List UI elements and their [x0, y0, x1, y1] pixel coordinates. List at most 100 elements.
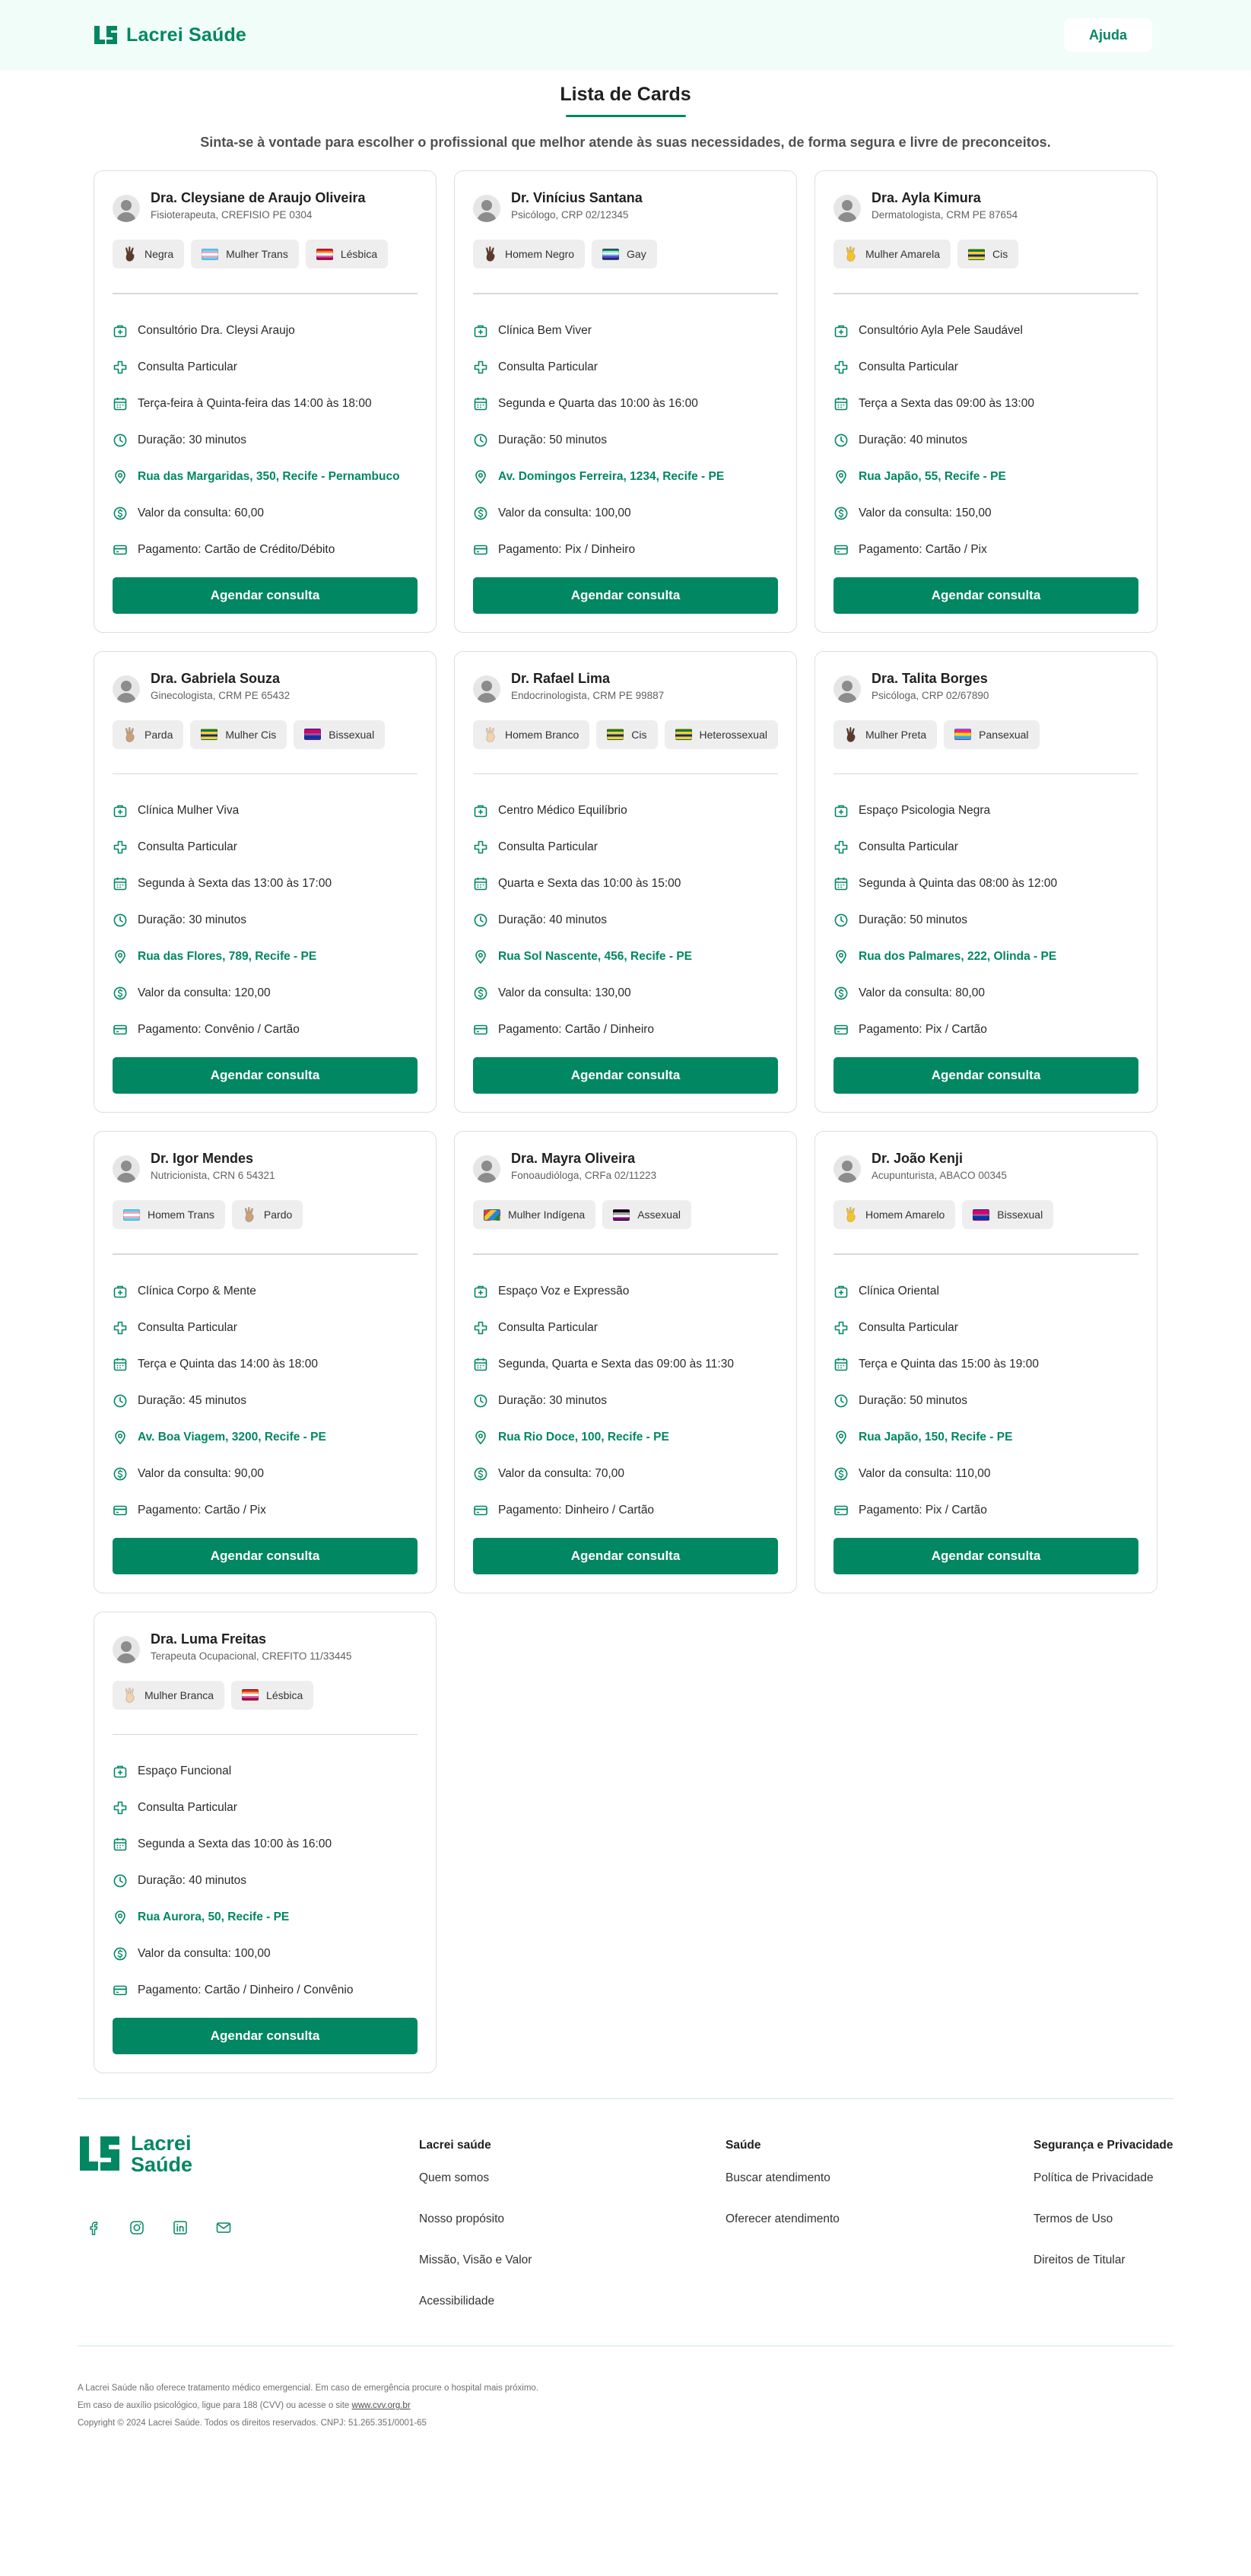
book-appointment-button[interactable]: Agendar consulta: [833, 1537, 1138, 1574]
info-address-link[interactable]: Rua das Margaridas, 350, Recife - Pernam…: [138, 470, 400, 484]
book-appointment-button[interactable]: Agendar consulta: [473, 1057, 778, 1094]
info-price: Valor da consulta: 70,00: [473, 1456, 778, 1492]
info-schedule: Segunda a Sexta das 10:00 às 16:00: [113, 1826, 418, 1863]
info-place: Clínica Oriental: [833, 1273, 1138, 1310]
info-schedule-text: Quarta e Sexta das 10:00 às 15:00: [498, 877, 681, 890]
professional-specialty: Fonoaudióloga, CRFa 02/11223: [511, 1170, 657, 1181]
professional-specialty: Acupunturista, ABACO 00345: [872, 1170, 1007, 1181]
info-address[interactable]: Rua das Margaridas, 350, Recife - Pernam…: [113, 459, 418, 495]
info-place: Clínica Corpo & Mente: [113, 1273, 418, 1310]
lesbian-flag-icon: [316, 248, 333, 260]
book-appointment-button[interactable]: Agendar consulta: [473, 1537, 778, 1574]
avatar-icon: [473, 1155, 500, 1183]
info-payment-text: Pagamento: Cartão / Dinheiro / Convênio: [138, 1984, 354, 1996]
page-title: Lista de Cards: [560, 84, 691, 105]
hand-light-icon: [123, 1687, 137, 1704]
info-price: Valor da consulta: 90,00: [113, 1456, 418, 1492]
dollar-coin-icon: [113, 1467, 127, 1480]
info-address-link[interactable]: Av. Boa Viagem, 3200, Recife - PE: [138, 1431, 326, 1444]
info-schedule: Quarta e Sexta das 10:00 às 15:00: [473, 866, 778, 902]
book-appointment-button[interactable]: Agendar consulta: [473, 577, 778, 614]
footer-link-quem-somos[interactable]: Quem somos: [419, 2168, 532, 2209]
info-address[interactable]: Av. Domingos Ferreira, 1234, Recife - PE: [473, 459, 778, 495]
info-schedule-text: Terça-feira à Quinta-feira das 14:00 às …: [138, 396, 372, 410]
info-address-link[interactable]: Rua Aurora, 50, Recife - PE: [138, 1911, 289, 1924]
footer-link-acessibilidade[interactable]: Acessibilidade: [419, 2291, 532, 2332]
instagram-icon[interactable]: [129, 2219, 145, 2236]
book-appointment-button[interactable]: Agendar consulta: [833, 577, 1138, 614]
info-schedule-text: Terça e Quinta das 14:00 às 18:00: [138, 1357, 318, 1371]
identity-tag: Bissexual: [294, 719, 386, 749]
info-address[interactable]: Rua dos Palmares, 222, Olinda - PE: [833, 939, 1138, 975]
footer-link-missao[interactable]: Missão, Visão e Valor: [419, 2250, 532, 2291]
clock-icon: [113, 434, 127, 446]
dollar-coin-icon: [474, 507, 487, 519]
professional-specialty: Fisioterapeuta, CREFISIO PE 0304: [151, 209, 313, 221]
info-address[interactable]: Av. Boa Viagem, 3200, Recife - PE: [113, 1419, 418, 1456]
book-appointment-button[interactable]: Agendar consulta: [113, 577, 418, 614]
info-payment-text: Pagamento: Pix / Cartão: [859, 1503, 987, 1517]
footer-link-oferecer-atendimento[interactable]: Oferecer atendimento: [726, 2209, 840, 2250]
facebook-icon[interactable]: [85, 2219, 102, 2236]
mail-icon[interactable]: [215, 2219, 232, 2236]
info-price-text: Valor da consulta: 150,00: [859, 506, 992, 519]
calendar-icon: [834, 1358, 848, 1371]
book-appointment-button[interactable]: Agendar consulta: [113, 2018, 418, 2054]
footer-logo[interactable]: Lacrei Saúde: [78, 2133, 419, 2175]
footer-link-buscar-atendimento[interactable]: Buscar atendimento: [726, 2168, 840, 2209]
info-address[interactable]: Rua Aurora, 50, Recife - PE: [113, 1899, 418, 1936]
lesbian-flag-icon: [242, 1689, 259, 1701]
book-appointment-button[interactable]: Agendar consulta: [113, 1057, 418, 1094]
info-address-link[interactable]: Rua Sol Nascente, 456, Recife - PE: [498, 950, 692, 964]
identity-tags: Mulher Amarela Cis: [833, 240, 1138, 268]
info-address[interactable]: Rua Rio Doce, 100, Recife - PE: [473, 1419, 778, 1456]
footer-brand-line1: Lacrei: [131, 2132, 192, 2155]
info-price: Valor da consulta: 130,00: [473, 975, 778, 1012]
help-button[interactable]: Ajuda: [1064, 18, 1152, 52]
info-address[interactable]: Rua Japão, 150, Recife - PE: [833, 1419, 1138, 1456]
identity-tag: Cis: [957, 240, 1019, 268]
card-header: Dr. João Kenji Acupunturista, ABACO 0034…: [833, 1150, 1138, 1183]
medical-bag-icon: [474, 325, 487, 337]
info-type: Consulta Particular: [113, 829, 418, 866]
cvv-link[interactable]: www.cvv.org.br: [352, 2401, 411, 2410]
footer-link-nosso-proposito[interactable]: Nosso propósito: [419, 2209, 532, 2250]
calendar-icon: [474, 877, 487, 891]
info-type-text: Consulta Particular: [498, 840, 598, 853]
clock-icon: [834, 1394, 848, 1407]
card-header: Dr. Vinícius Santana Psicólogo, CRP 02/1…: [473, 189, 778, 222]
info-address-link[interactable]: Rua Japão, 55, Recife - PE: [859, 470, 1006, 484]
footer-link-politica-privacidade[interactable]: Política de Privacidade: [1034, 2168, 1173, 2209]
book-appointment-button[interactable]: Agendar consulta: [833, 1057, 1138, 1094]
info-payment-text: Pagamento: Cartão / Pix: [138, 1503, 266, 1517]
info-address-link[interactable]: Rua dos Palmares, 222, Olinda - PE: [859, 950, 1056, 964]
linkedin-icon[interactable]: [172, 2219, 189, 2236]
medical-bag-icon: [834, 1285, 848, 1298]
info-address-link[interactable]: Av. Domingos Ferreira, 1234, Recife - PE: [498, 470, 724, 484]
footer-col-title: Saúde: [726, 2139, 761, 2152]
info-payment-text: Pagamento: Cartão de Crédito/Débito: [138, 542, 335, 556]
info-list: Espaço Funcional Consulta Particular Seg…: [113, 1753, 418, 2009]
info-address-link[interactable]: Rua das Flores, 789, Recife - PE: [138, 950, 316, 964]
avatar-icon: [113, 675, 140, 703]
info-address[interactable]: Rua Sol Nascente, 456, Recife - PE: [473, 939, 778, 975]
info-type-text: Consulta Particular: [498, 360, 598, 373]
info-address[interactable]: Rua das Flores, 789, Recife - PE: [113, 939, 418, 975]
footer-link-termos-uso[interactable]: Termos de Uso: [1034, 2209, 1173, 2250]
info-address-link[interactable]: Rua Rio Doce, 100, Recife - PE: [498, 1431, 669, 1444]
ace-flag-icon: [613, 1209, 630, 1221]
identity-tag: Mulher Amarela: [833, 240, 951, 268]
book-appointment-button[interactable]: Agendar consulta: [113, 1537, 418, 1574]
professional-card: Dr. Igor Mendes Nutricionista, CRN 6 543…: [94, 1131, 437, 1593]
info-address-link[interactable]: Rua Japão, 150, Recife - PE: [859, 1431, 1012, 1444]
identity-tag-label: Pansexual: [979, 728, 1029, 741]
info-payment: Pagamento: Cartão / Dinheiro / Convênio: [113, 1972, 418, 2009]
location-pin-icon: [836, 950, 846, 964]
brand-logo[interactable]: Lacrei Saúde: [93, 24, 246, 46]
info-address[interactable]: Rua Japão, 55, Recife - PE: [833, 459, 1138, 495]
info-place: Espaço Voz e Expressão: [473, 1273, 778, 1310]
footer-link-direitos-titular[interactable]: Direitos de Titular: [1034, 2250, 1173, 2291]
info-payment: Pagamento: Pix / Dinheiro: [473, 532, 778, 568]
info-type-text: Consulta Particular: [138, 1801, 237, 1814]
credit-card-icon: [834, 1505, 848, 1515]
